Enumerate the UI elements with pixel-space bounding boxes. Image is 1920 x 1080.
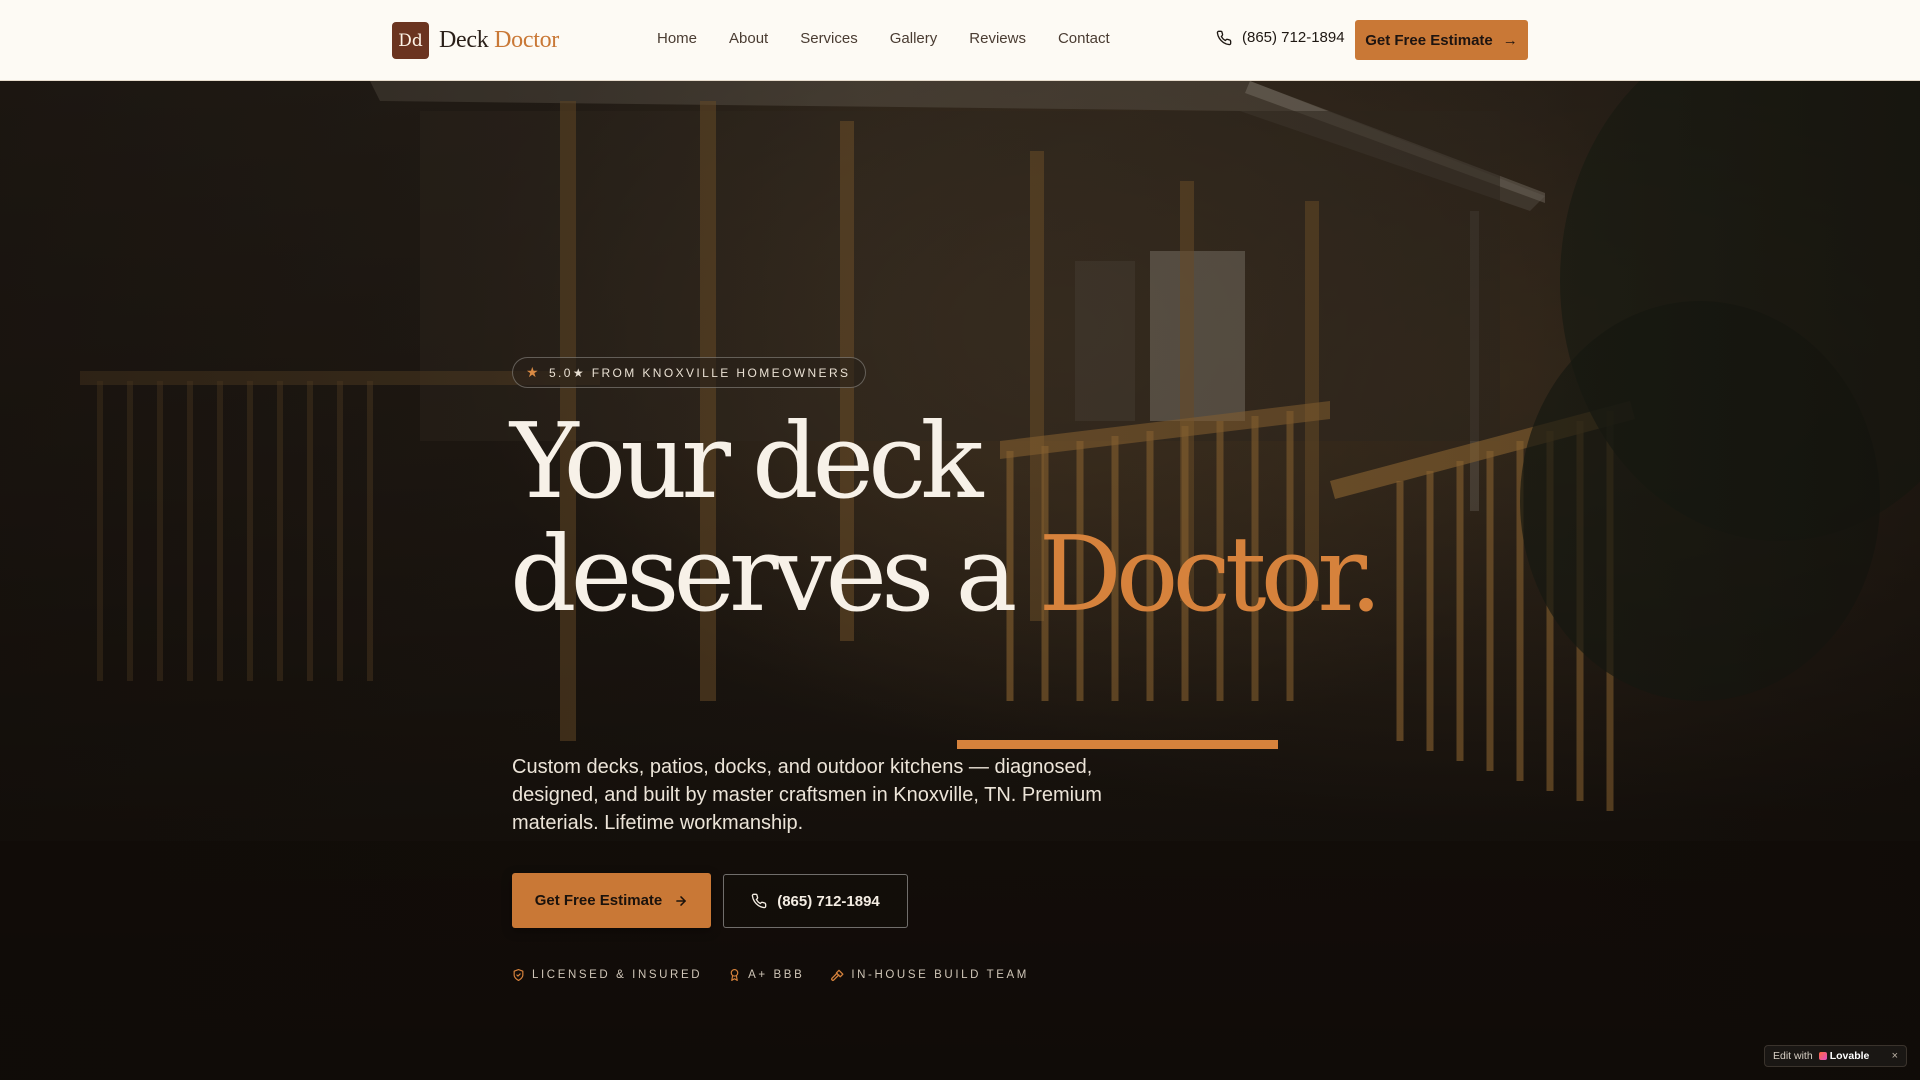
trust-item-label: LICENSED & INSURED [532, 969, 703, 981]
trust-item-bbb: A+ BBB [728, 968, 804, 982]
star-icon: ★ [526, 364, 541, 380]
rating-badge-text: 5.0★ FROM KNOXVILLE HOMEOWNERS [548, 365, 851, 380]
header-get-estimate-button[interactable]: Get Free Estimate → [1355, 20, 1528, 60]
main-nav: Home About Services Gallery Reviews Cont… [657, 30, 1110, 47]
phone-icon [1216, 30, 1232, 45]
close-icon[interactable]: × [1892, 1050, 1898, 1062]
hero-call-button[interactable]: (865) 712-1894 [723, 874, 908, 928]
arrow-right-icon [676, 895, 687, 906]
lovable-logo-icon [1818, 1052, 1827, 1060]
hero-headline: Your deck deserves a Doctor. [510, 405, 1410, 631]
site-header: Dd Deck Doctor Home About Services Galle… [0, 0, 1920, 81]
headline-line-1: Your deck [510, 400, 983, 522]
hammer-icon [831, 969, 844, 981]
nav-item-contact[interactable]: Contact [1058, 30, 1110, 47]
logo-wordmark: Deck Doctor [439, 27, 559, 54]
header-phone-number: (865) 712-1894 [1242, 29, 1345, 46]
headline-line-2: deserves a [510, 513, 1039, 635]
edit-with-lovable-badge[interactable]: Edit with Lovable × [1764, 1045, 1907, 1067]
header-phone-link[interactable]: (865) 712-1894 [1216, 29, 1345, 46]
shield-check-icon [513, 968, 524, 982]
hero-cta-label: Get Free Estimate [534, 892, 663, 909]
headline-accent-word: Doctor. [1038, 513, 1383, 635]
trust-item-build-team: IN-HOUSE BUILD TEAM [830, 968, 1029, 982]
phone-icon [751, 893, 767, 909]
lovable-label: Edit with [1773, 1050, 1813, 1062]
trust-item-label: IN-HOUSE BUILD TEAM [851, 969, 1029, 981]
hero-subtitle: Custom decks, patios, docks, and outdoor… [512, 756, 1102, 834]
header-cta-label: Get Free Estimate [1365, 31, 1493, 49]
rating-badge: ★ 5.0★ FROM KNOXVILLE HOMEOWNERS [512, 357, 867, 388]
award-icon [730, 968, 739, 982]
lovable-brand: Lovable [1818, 1050, 1870, 1062]
trust-item-licensed: LICENSED & INSURED [512, 968, 702, 982]
nav-item-about[interactable]: About [729, 30, 768, 47]
hero-get-estimate-button[interactable]: Get Free Estimate [512, 873, 711, 928]
logo-word-primary: Deck [439, 27, 489, 53]
hero-call-number: (865) 712-1894 [777, 892, 880, 910]
nav-item-reviews[interactable]: Reviews [969, 30, 1026, 47]
headline-underline [957, 740, 1278, 749]
logo-mark: Dd [392, 22, 429, 59]
logo-word-accent: Doctor [494, 27, 559, 53]
arrow-right-icon: → [1502, 31, 1518, 49]
nav-item-services[interactable]: Services [800, 30, 858, 47]
nav-item-gallery[interactable]: Gallery [890, 30, 938, 47]
trust-strip: LICENSED & INSURED A+ BBB IN-HOUSE BUILD… [512, 968, 1029, 982]
trust-item-label: A+ BBB [748, 969, 805, 981]
nav-item-home[interactable]: Home [657, 30, 697, 47]
lovable-brand-name: Lovable [1829, 1050, 1870, 1062]
logo[interactable]: Dd Deck Doctor [392, 22, 559, 59]
